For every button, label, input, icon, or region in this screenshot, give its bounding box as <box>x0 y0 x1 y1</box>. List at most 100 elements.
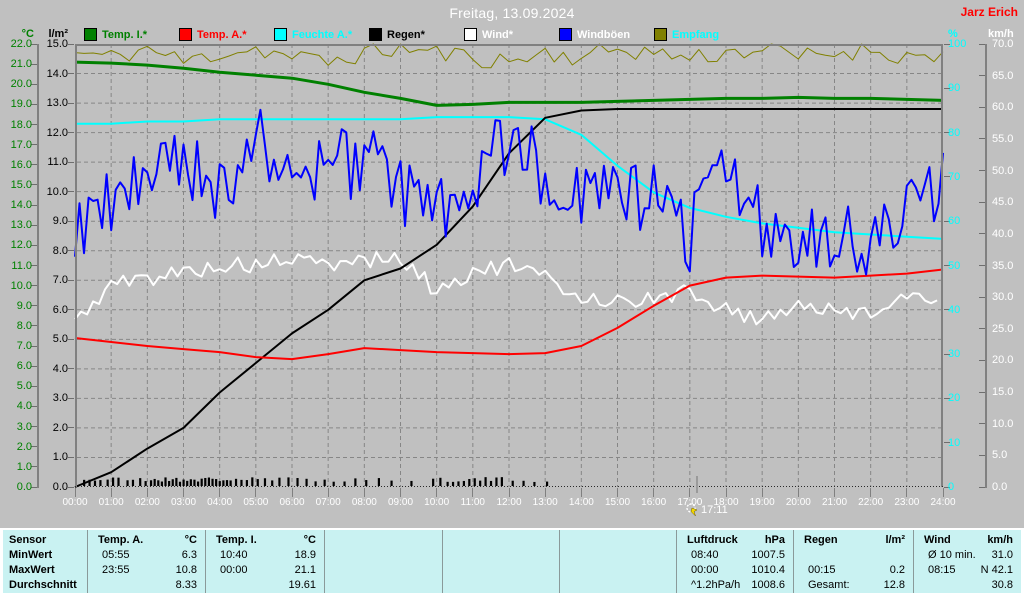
summary-col-wind: Windkm/hØ 10 min.31.008:15N 42.130.8 <box>913 530 1021 593</box>
kmh-axis-tick <box>979 360 985 361</box>
hour-label: 03:00 <box>165 497 203 508</box>
summary-cell: 00:001010.4 <box>677 563 793 578</box>
percent-axis-tick-label: 30 <box>948 348 976 360</box>
value <box>905 548 913 563</box>
celsius-axis-tick-label: 16.0 <box>2 159 32 171</box>
rain-axis-tick <box>68 73 74 74</box>
value <box>434 548 442 563</box>
legend-item-windb-en[interactable]: Windböen <box>559 28 654 41</box>
sunset-time-line <box>696 476 698 493</box>
rain-axis-tick-label: 9.0 <box>38 215 68 227</box>
value <box>668 563 676 578</box>
hour-label: 07:00 <box>309 497 347 508</box>
sensor-name: Temp. A. <box>88 533 143 548</box>
hour-tick <box>834 488 835 497</box>
summary-cell <box>560 578 676 593</box>
rain-axis-tick <box>68 398 74 399</box>
kmh-axis-tick <box>979 328 985 329</box>
rain-axis-tick <box>68 250 74 251</box>
celsius-axis-tick-label: 15.0 <box>2 179 32 191</box>
summary-row-label: Sensor <box>3 533 87 548</box>
legend-item-wind[interactable]: Wind* <box>464 28 559 41</box>
value-time <box>443 563 457 578</box>
kmh-axis-tick <box>979 170 985 171</box>
celsius-axis-tick-label: 21.0 <box>2 58 32 70</box>
rain-axis-tick <box>68 368 74 369</box>
kmh-axis-tick-label: 20.0 <box>992 354 1022 366</box>
value-time: 05:55 <box>88 548 130 563</box>
kmh-axis-tick <box>979 233 985 234</box>
value-time: 00:15 <box>794 563 836 578</box>
summary-cell: Luftdruck hPa <box>677 533 793 548</box>
percent-axis-tick-label: 90 <box>948 82 976 94</box>
percent-axis-tick-label: 100 <box>948 38 976 50</box>
legend-item-temp-i[interactable]: Temp. I.* <box>84 28 179 41</box>
value-time: 23:55 <box>88 563 130 578</box>
value: 0.2 <box>890 563 913 578</box>
summary-cell: 19.61 <box>206 578 324 593</box>
summary-panel: SensorMinWertMaxWertDurchschnittTemp. A.… <box>0 528 1024 600</box>
summary-cell: 08:15N 42.1 <box>914 563 1021 578</box>
rain-axis-tick <box>68 280 74 281</box>
legend-item-temp-a[interactable]: Temp. A.* <box>179 28 274 41</box>
celsius-axis-tick-label: 0.0 <box>2 481 32 493</box>
value-time: 10:40 <box>206 548 248 563</box>
kmh-axis-tick <box>979 44 985 45</box>
hour-tick <box>689 488 690 497</box>
rain-axis-tick-label: 3.0 <box>38 392 68 404</box>
rain-axis-tick-label: 13.0 <box>38 97 68 109</box>
summary-cell: 30.8 <box>914 578 1021 593</box>
celsius-axis-tick-label: 12.0 <box>2 239 32 251</box>
rain-axis-tick-label: 12.0 <box>38 127 68 139</box>
sensor-unit: °C <box>185 533 205 548</box>
hour-label: 13:00 <box>526 497 564 508</box>
sensor-name: Temp. I. <box>206 533 257 548</box>
legend-item-feuchte-a[interactable]: Feuchte A.* <box>274 28 369 41</box>
rain-axis-tick <box>68 103 74 104</box>
summary-col-luftdruck: Luftdruck hPa08:401007.500:001010.4^1.2hP… <box>676 530 793 593</box>
rain-axis-tick-label: 4.0 <box>38 363 68 375</box>
celsius-axis-tick-label: 5.0 <box>2 380 32 392</box>
rain-axis-tick <box>68 457 74 458</box>
celsius-axis-tick-label: 18.0 <box>2 119 32 131</box>
legend-swatch <box>179 28 192 41</box>
sensor-name: Luftdruck <box>677 533 738 548</box>
kmh-axis-tick-label: 60.0 <box>992 101 1022 113</box>
hour-label: 20:00 <box>779 497 817 508</box>
kmh-axis-tick-label: 50.0 <box>992 165 1022 177</box>
hour-label: 00:00 <box>56 497 94 508</box>
kmh-axis-tick-label: 15.0 <box>992 386 1022 398</box>
summary-cell <box>560 548 676 563</box>
hour-tick <box>653 488 654 497</box>
hour-label: 11:00 <box>454 497 492 508</box>
summary-cell <box>325 548 442 563</box>
summary-cell: 08:401007.5 <box>677 548 793 563</box>
hour-label: 06:00 <box>273 497 311 508</box>
value <box>551 578 559 593</box>
kmh-axis-tick <box>979 107 985 108</box>
value <box>551 563 559 578</box>
hour-tick <box>255 488 256 497</box>
summary-cell <box>443 563 559 578</box>
summary-cell <box>325 563 442 578</box>
rain-axis-tick <box>68 162 74 163</box>
percent-axis-tick-label: 60 <box>948 215 976 227</box>
sensor-unit: hPa <box>765 533 793 548</box>
kmh-axis-tick-label: 30.0 <box>992 291 1022 303</box>
value <box>668 548 676 563</box>
legend-item-regen[interactable]: Regen* <box>369 28 464 41</box>
rain-axis-tick <box>68 487 74 488</box>
summary-cell: 8.33 <box>88 578 205 593</box>
hour-tick <box>75 488 76 497</box>
chart-legend: Temp. I.*Temp. A.*Feuchte A.*Regen*Wind*… <box>84 28 749 41</box>
celsius-axis-tick-label: 13.0 <box>2 219 32 231</box>
rain-axis-tick-label: 8.0 <box>38 245 68 257</box>
hour-label: 01:00 <box>92 497 130 508</box>
value-time: ^1.2hPa/h <box>677 578 740 593</box>
kmh-axis-tick <box>979 265 985 266</box>
rain-axis-tick <box>68 191 74 192</box>
kmh-axis-tick-label: 45.0 <box>992 196 1022 208</box>
hour-label: 23:00 <box>888 497 926 508</box>
hour-tick <box>762 488 763 497</box>
legend-item-empfang[interactable]: Empfang <box>654 28 749 41</box>
